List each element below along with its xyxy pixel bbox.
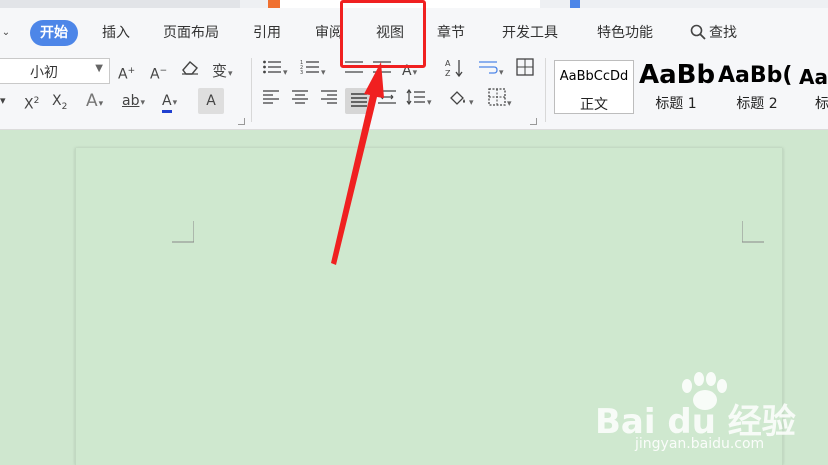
watermark: Bai du 经验 jingyan.baidu.com: [595, 372, 825, 462]
watermark-url: jingyan.baidu.com: [635, 436, 765, 452]
